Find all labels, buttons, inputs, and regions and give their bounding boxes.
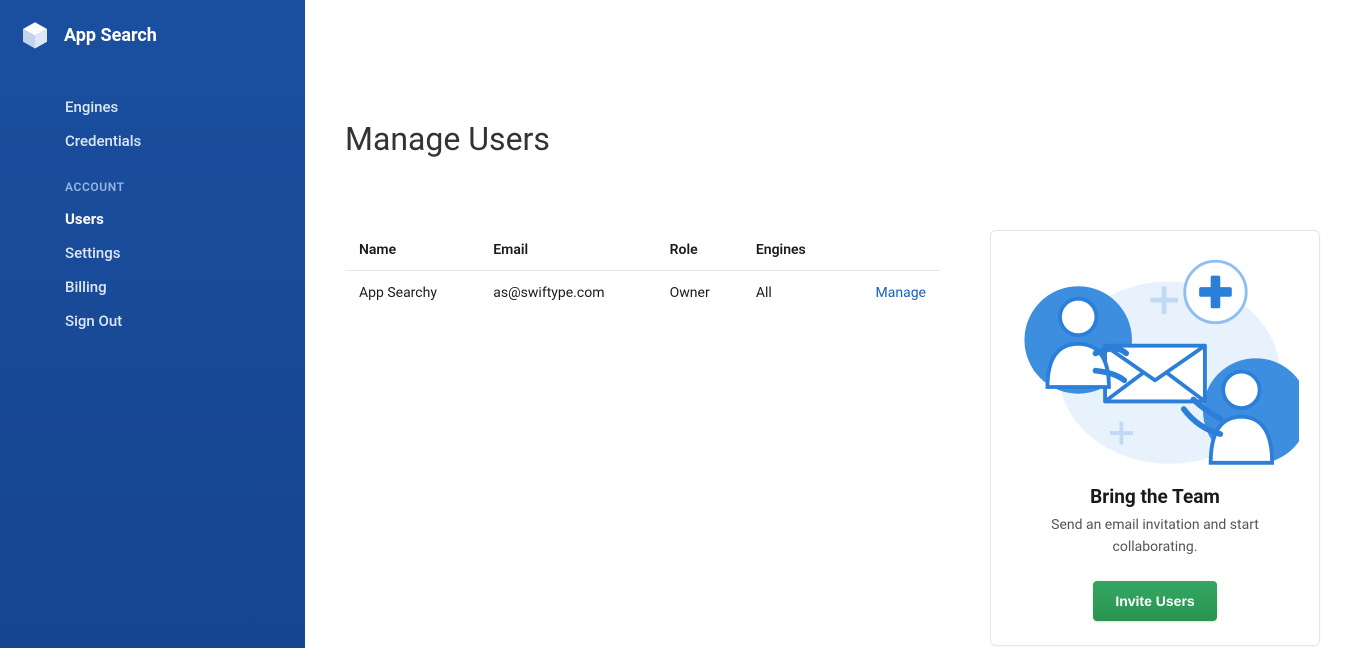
- sidebar-item-sign-out[interactable]: Sign Out: [0, 304, 305, 338]
- cube-logo-icon: [20, 20, 50, 50]
- users-table: Name Email Role Engines App Searchy as@s…: [345, 230, 940, 315]
- col-role: Role: [656, 230, 742, 271]
- sidebar-item-users[interactable]: Users: [0, 202, 305, 236]
- cell-action: Manage: [841, 271, 940, 316]
- col-action: [841, 230, 940, 271]
- cell-name: App Searchy: [345, 271, 479, 316]
- sidebar-item-billing[interactable]: Billing: [0, 270, 305, 304]
- sidebar-item-engines[interactable]: Engines: [0, 90, 305, 124]
- sidebar: App Search Engines Credentials ACCOUNT U…: [0, 0, 305, 648]
- sidebar-item-settings[interactable]: Settings: [0, 236, 305, 270]
- table-row: App Searchy as@swiftype.com Owner All Ma…: [345, 271, 940, 316]
- col-engines: Engines: [742, 230, 841, 271]
- col-email: Email: [479, 230, 655, 271]
- invite-card-text: Send an email invitation and start colla…: [1011, 514, 1299, 559]
- app-title: App Search: [64, 25, 157, 46]
- invite-users-button[interactable]: Invite Users: [1093, 581, 1216, 621]
- invite-card-title: Bring the Team: [1011, 485, 1299, 508]
- cell-engines: All: [742, 271, 841, 316]
- cell-email: as@swiftype.com: [479, 271, 655, 316]
- col-name: Name: [345, 230, 479, 271]
- logo-row: App Search: [0, 20, 305, 90]
- invite-card: Bring the Team Send an email invitation …: [990, 230, 1320, 646]
- sidebar-item-credentials[interactable]: Credentials: [0, 124, 305, 158]
- manage-user-link[interactable]: Manage: [876, 285, 926, 301]
- content-row: Name Email Role Engines App Searchy as@s…: [345, 230, 1320, 646]
- main-content: Manage Users Name Email Role Engines App…: [305, 0, 1360, 648]
- page-title: Manage Users: [345, 120, 1320, 158]
- sidebar-section-account: ACCOUNT: [0, 158, 305, 202]
- invite-illustration-icon: [1011, 253, 1299, 473]
- users-table-wrap: Name Email Role Engines App Searchy as@s…: [345, 230, 940, 315]
- table-header-row: Name Email Role Engines: [345, 230, 940, 271]
- cell-role: Owner: [656, 271, 742, 316]
